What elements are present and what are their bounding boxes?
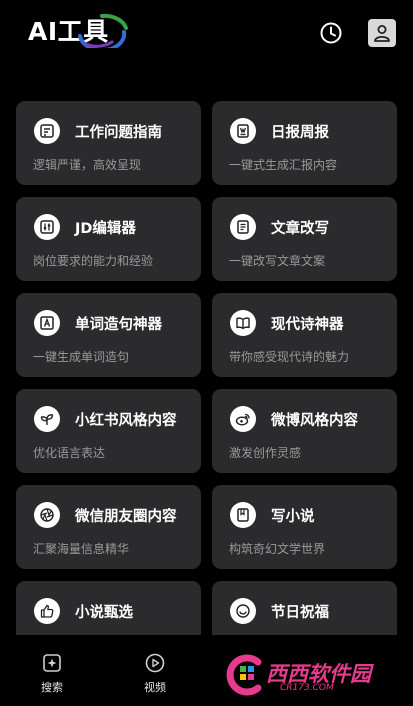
history-button[interactable] (318, 20, 344, 46)
tool-card-modern-poetry[interactable]: 现代诗神器 带你感受现代诗的魅力 (212, 293, 397, 377)
tool-card-daily-report[interactable]: 日报周报 一键式生成汇报内容 (212, 101, 397, 185)
tool-card-title: 微博风格内容 (271, 413, 358, 429)
tab-label: 视频 (144, 681, 166, 694)
tab-video[interactable]: 视频 (125, 652, 185, 695)
aperture-icon (34, 502, 60, 528)
watermark: 西西软件园 CR173.COM (218, 652, 396, 698)
user-icon (374, 25, 390, 42)
thumbs-up-icon (34, 598, 60, 624)
watermark-logo-icon (226, 654, 262, 696)
tool-card-desc: 汇聚海量信息精华 (33, 542, 130, 556)
tool-card-jd-editor[interactable]: JD编辑器 岗位要求的能力和经验 (16, 197, 201, 281)
tool-card-title: 日报周报 (271, 125, 329, 141)
tool-card-desc: 激发创作灵感 (229, 446, 302, 460)
tool-card-work-guide[interactable]: 工作问题指南 逻辑严谨，高效呈现 (16, 101, 201, 185)
bookmark-book-icon (230, 502, 256, 528)
tool-card-title: 写小说 (271, 509, 315, 525)
tool-card-word-sentence[interactable]: 单词造句神器 一键生成单词造句 (16, 293, 201, 377)
header: AI工具 (0, 0, 413, 80)
weibo-icon (230, 406, 256, 432)
open-book-icon (230, 310, 256, 336)
tool-card-desc: 一键改写文章文案 (229, 254, 326, 268)
tool-card-holiday-wishes[interactable]: 节日祝福 (212, 581, 397, 635)
tool-card-title: 微信朋友圈内容 (75, 509, 177, 525)
tool-grid: 工作问题指南 逻辑严谨，高效呈现 日报周报 一键式生成汇报内容 JD编辑器 岗位… (16, 101, 397, 635)
profile-button[interactable] (368, 19, 396, 47)
clock-icon (320, 22, 342, 44)
tool-card-title: 单词造句神器 (75, 317, 162, 333)
sparkle-search-icon (43, 654, 61, 672)
play-circle-icon (145, 653, 165, 673)
tool-card-desc: 构筑奇幻文学世界 (229, 542, 326, 556)
sliders-icon (34, 214, 60, 240)
tool-card-article-rewrite[interactable]: 文章改写 一键改写文章文案 (212, 197, 397, 281)
tool-card-desc: 岗位要求的能力和经验 (33, 254, 154, 268)
tab-label: 搜索 (41, 681, 63, 694)
tool-card-xiaohongshu[interactable]: 小红书风格内容 优化语言表达 (16, 389, 201, 473)
tool-card-title: 工作问题指南 (75, 125, 162, 141)
tool-card-write-novel[interactable]: 写小说 构筑奇幻文学世界 (212, 485, 397, 569)
leaf-icon (34, 406, 60, 432)
logo-ring-icon (78, 13, 128, 48)
tool-card-desc: 逻辑严谨，高效呈现 (33, 158, 142, 172)
document-text-icon (34, 118, 60, 144)
smiley-icon (230, 598, 256, 624)
tool-card-title: JD编辑器 (75, 221, 136, 237)
letter-a-icon (34, 310, 60, 336)
tool-card-desc: 一键式生成汇报内容 (229, 158, 338, 172)
tool-card-title: 现代诗神器 (271, 317, 344, 333)
watermark-subtext: CR173.COM (280, 683, 334, 693)
report-icon (230, 118, 256, 144)
tool-card-title: 节日祝福 (271, 605, 329, 621)
article-icon (230, 214, 256, 240)
tool-card-desc: 带你感受现代诗的魅力 (229, 350, 350, 364)
tool-card-title: 文章改写 (271, 221, 329, 237)
tool-card-wechat-moments[interactable]: 微信朋友圈内容 汇聚海量信息精华 (16, 485, 201, 569)
tool-card-weibo[interactable]: 微博风格内容 激发创作灵感 (212, 389, 397, 473)
tool-card-title: 小红书风格内容 (75, 413, 177, 429)
tool-card-title: 小说甄选 (75, 605, 133, 621)
tool-card-novel-picks[interactable]: 小说甄选 (16, 581, 201, 635)
tab-search[interactable]: 搜索 (22, 652, 82, 695)
tool-card-desc: 优化语言表达 (33, 446, 106, 460)
tool-card-desc: 一键生成单词造句 (33, 350, 130, 364)
